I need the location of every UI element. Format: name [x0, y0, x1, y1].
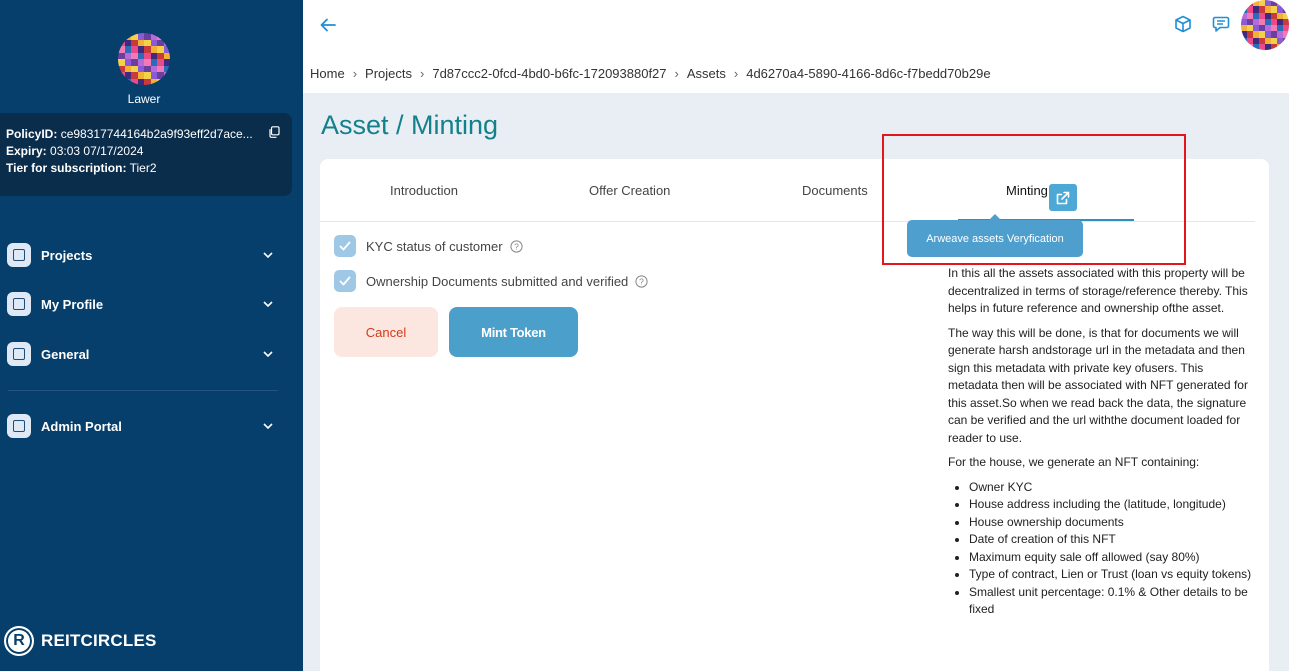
chevron-down-icon [263, 351, 273, 358]
info-paragraph: The way this will be done, is that for d… [948, 325, 1248, 445]
sidebar-item-label: My Profile [41, 296, 104, 312]
help-icon[interactable]: ? [635, 274, 648, 288]
ownership-label: Ownership Documents submitted and verifi… [366, 273, 629, 289]
breadcrumb-project-id[interactable]: 7d87ccc2-0fcd-4bd0-b6fc-172093880f27 [432, 66, 666, 81]
breadcrumb-projects[interactable]: Projects [365, 66, 412, 81]
brand-logo: R [4, 626, 34, 656]
tier-label: Tier for subscription: [6, 161, 127, 175]
list-item: Maximum equity sale off allowed (say 80%… [969, 549, 1256, 567]
chevron-right-icon: › [420, 66, 425, 81]
mint-token-button[interactable]: Mint Token [449, 307, 578, 357]
minting-info: In this all the assets associated with t… [948, 265, 1256, 619]
list-item: Owner KYC [969, 479, 1256, 497]
breadcrumb-asset-id: 4d6270a4-5890-4166-8d6c-f7bedd70b29e [746, 66, 991, 81]
chevron-right-icon: › [733, 66, 739, 81]
nft-contents-list: Owner KYC House address including the (l… [948, 479, 1256, 619]
projects-icon [7, 243, 31, 267]
ownership-checkbox[interactable] [334, 270, 356, 292]
brand: R REITCIRCLES [4, 626, 157, 656]
highlight-box [882, 134, 1186, 265]
breadcrumb-assets[interactable]: Assets [687, 66, 726, 81]
policy-info-box: PolicyID: ce98317744164b2a9f93eff2d7ace.… [0, 113, 292, 196]
general-icon [7, 342, 31, 366]
expiry-row: Expiry: 03:03 07/17/2024 [6, 143, 286, 160]
breadcrumb-home[interactable]: Home [310, 66, 345, 81]
page-title: Asset / Minting [321, 110, 499, 140]
help-icon[interactable]: ? [509, 239, 523, 253]
policy-id-value: ce98317744164b2a9f93eff2d7ace... [60, 127, 253, 141]
ownership-check-row: Ownership Documents submitted and verifi… [334, 270, 648, 292]
policy-id-row: PolicyID: ce98317744164b2a9f93eff2d7ace.… [6, 126, 286, 143]
sidebar-item-projects[interactable]: Projects [0, 237, 290, 273]
sidebar-item-general[interactable]: General [0, 336, 290, 372]
sidebar-item-label: General [41, 346, 90, 362]
breadcrumb: Home › Projects › 7d87ccc2-0fcd-4bd0-b6fc-17… [310, 66, 991, 81]
sidebar-item-label: Admin Portal [41, 418, 122, 434]
kyc-check-row: KYC status of customer ? [334, 235, 523, 257]
expiry-label: Expiry: [6, 144, 47, 158]
info-paragraph: In this all the assets associated with t… [948, 266, 1248, 315]
check-icon [339, 241, 351, 251]
tier-row: Tier for subscription: Tier2 [6, 160, 286, 177]
sidebar-item-label: Projects [41, 247, 93, 263]
profile-icon [7, 292, 31, 316]
expiry-value: 03:03 07/17/2024 [50, 144, 144, 158]
chevron-down-icon [263, 301, 273, 308]
list-item: Smallest unit percentage: 0.1% & Other d… [969, 584, 1256, 619]
sidebar-divider [8, 390, 278, 391]
policy-id-label: PolicyID: [6, 127, 58, 141]
tab-offer-creation[interactable]: Offer Creation [589, 183, 670, 198]
svg-text:?: ? [639, 276, 644, 286]
kyc-label: KYC status of customer [366, 238, 503, 254]
cancel-button[interactable]: Cancel [334, 307, 438, 357]
account-avatar[interactable] [1241, 0, 1289, 50]
user-name: Lawer [127, 92, 161, 106]
chevron-right-icon: › [674, 66, 679, 81]
sidebar-item-admin-portal[interactable]: Admin Portal [0, 408, 290, 444]
check-icon [339, 276, 351, 286]
chat-icon[interactable] [1212, 15, 1230, 33]
svg-text:?: ? [514, 241, 519, 251]
copy-icon[interactable] [268, 126, 280, 138]
list-item: House address including the (latitude, l… [969, 496, 1256, 514]
back-arrow-icon[interactable] [318, 15, 338, 35]
tab-documents[interactable]: Documents [802, 183, 868, 198]
chevron-right-icon: › [352, 66, 358, 81]
tier-value: Tier2 [129, 161, 157, 175]
chevron-down-icon [263, 252, 273, 259]
user-avatar[interactable] [118, 33, 170, 85]
list-item: Date of creation of this NFT [969, 531, 1256, 549]
sidebar-item-my-profile[interactable]: My Profile [0, 286, 290, 322]
chevron-down-icon [263, 423, 273, 430]
tab-introduction[interactable]: Introduction [390, 183, 458, 198]
sidebar: Lawer PolicyID: ce98317744164b2a9f93eff2… [0, 0, 303, 671]
list-item: Type of contract, Lien or Trust (loan vs… [969, 566, 1256, 584]
admin-portal-icon [7, 414, 31, 438]
cube-icon[interactable] [1174, 15, 1192, 33]
info-paragraph: For the house, we generate an NFT contai… [948, 455, 1200, 469]
list-item: House ownership documents [969, 514, 1256, 532]
kyc-checkbox[interactable] [334, 235, 356, 257]
brand-name: REITCIRCLES [41, 631, 157, 650]
